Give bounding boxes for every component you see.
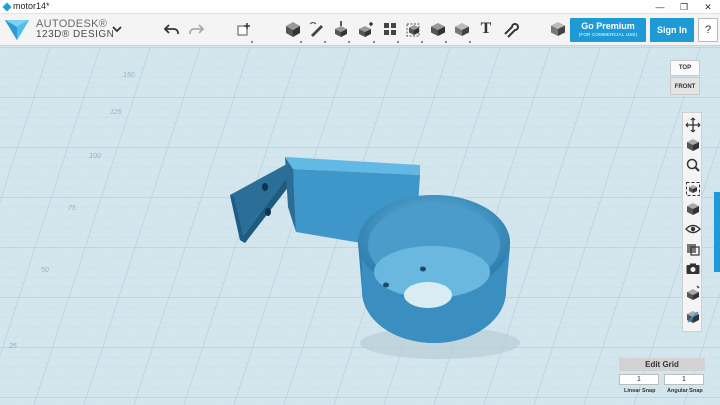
side-panel-tab[interactable] — [714, 192, 720, 272]
app-small-icon — [2, 2, 12, 12]
grid-settings-icon[interactable] — [685, 285, 701, 301]
measure-icon[interactable] — [451, 18, 473, 43]
redo-icon[interactable] — [185, 18, 207, 40]
go-premium-button[interactable]: Go Premium (FOR COMMERCIAL USE) — [570, 18, 646, 42]
primitives-icon[interactable] — [282, 18, 304, 43]
undo-icon[interactable] — [161, 18, 183, 40]
grid-label-100: 100 — [89, 153, 101, 160]
viewport-3d[interactable]: 150 125 100 75 50 25 — [0, 47, 720, 405]
main-toolbar: AUTODESK® 123D® DESIGN T Go Premium (FOR… — [0, 14, 720, 46]
chevron-down-icon[interactable] — [111, 23, 123, 35]
pan-icon[interactable] — [685, 117, 701, 133]
sketch-icon[interactable] — [306, 18, 328, 43]
viewcube-top[interactable]: TOP — [670, 60, 700, 76]
screenshot-icon[interactable] — [685, 261, 701, 277]
orbit-icon[interactable] — [685, 137, 701, 153]
combine-icon[interactable] — [427, 18, 449, 43]
modify-icon[interactable] — [355, 18, 377, 43]
minimize-button[interactable]: — — [648, 0, 672, 14]
app-logo-icon[interactable] — [4, 18, 30, 42]
grid-label-150: 150 — [123, 72, 135, 79]
window-title-bar: motor14* — ❐ ✕ — [0, 0, 720, 14]
linear-snap-field[interactable]: 1 — [619, 374, 659, 385]
document-title: motor14* — [13, 1, 50, 11]
pattern-icon[interactable] — [379, 18, 401, 43]
grid-label-125: 125 — [110, 109, 122, 116]
sign-in-button[interactable]: Sign In — [650, 18, 694, 42]
grid-label-75: 75 — [68, 205, 76, 212]
close-button[interactable]: ✕ — [696, 0, 720, 14]
linear-snap-label: Linear Snap — [624, 388, 656, 394]
visibility-icon[interactable] — [685, 221, 701, 237]
materials-outlines-icon[interactable] — [685, 241, 701, 257]
angular-snap-field[interactable]: 1 — [664, 374, 704, 385]
viewcube-front[interactable]: FRONT — [670, 77, 700, 95]
help-button[interactable]: ? — [698, 18, 718, 42]
construct-icon[interactable] — [330, 18, 352, 43]
material-icon[interactable] — [549, 20, 567, 38]
snap-icon[interactable] — [499, 18, 521, 40]
restore-button[interactable]: ❐ — [672, 0, 696, 14]
grid-canvas[interactable] — [0, 47, 720, 405]
edit-grid-button[interactable]: Edit Grid — [619, 358, 705, 371]
view-cube[interactable]: TOP FRONT — [670, 60, 700, 96]
grid-label-25: 25 — [9, 343, 17, 350]
render-style-icon[interactable] — [685, 309, 701, 325]
premium-subtitle: (FOR COMMERCIAL USE) — [578, 32, 638, 37]
premium-title: Go Premium — [581, 21, 635, 31]
grouping-icon[interactable] — [403, 18, 425, 43]
edit-grid-panel: Edit Grid 1 1 Linear Snap Angular Snap — [617, 358, 707, 402]
transform-icon[interactable] — [233, 18, 255, 43]
views-icon[interactable] — [685, 201, 701, 217]
brand-product: 123D® DESIGN — [36, 29, 115, 40]
fit-icon[interactable] — [685, 181, 701, 197]
grid-label-50: 50 — [41, 267, 49, 274]
angular-snap-label: Angular Snap — [667, 388, 703, 394]
zoom-icon[interactable] — [685, 157, 701, 173]
text-icon[interactable]: T — [475, 18, 497, 40]
navigation-bar — [682, 112, 702, 332]
